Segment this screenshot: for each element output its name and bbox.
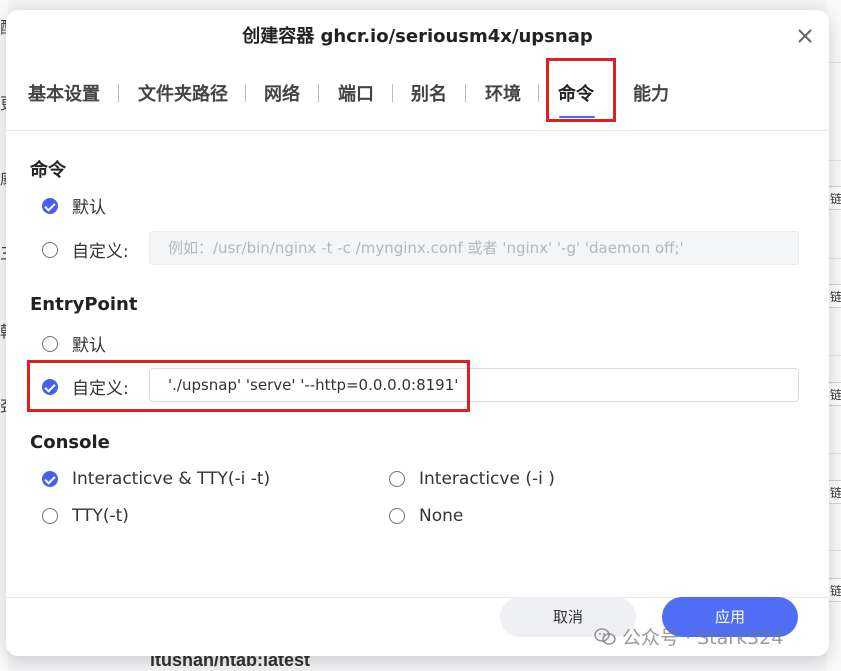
console-it-radio[interactable] xyxy=(42,471,58,487)
tab-port[interactable]: 端口 xyxy=(338,80,374,106)
background-right-strip xyxy=(827,0,841,671)
console-option-i[interactable]: Interacticve (-i ) xyxy=(389,469,555,489)
entrypoint-custom-input[interactable]: './upsnap' 'serve' '--http=0.0.0.0:8191' xyxy=(149,368,799,402)
console-t-radio[interactable] xyxy=(42,508,58,524)
create-container-dialog: 创建容器 ghcr.io/seriousm4x/upsnap 基本设置 文件夹路… xyxy=(6,10,829,656)
background-link-button[interactable]: 链接 xyxy=(827,284,841,308)
tab-bar: 基本设置 文件夹路径 网络 端口 别名 环境 命令 能力 xyxy=(6,70,829,131)
entrypoint-default-option[interactable]: 默认 xyxy=(42,331,106,356)
background-divider xyxy=(827,453,841,454)
entrypoint-custom-radio[interactable] xyxy=(42,378,58,395)
command-default-label: 默认 xyxy=(72,198,106,218)
command-default-option[interactable]: 默认 xyxy=(42,193,106,218)
tab-capabilities[interactable]: 能力 xyxy=(633,80,669,106)
console-option-it[interactable]: Interacticve & TTY(-i -t) xyxy=(42,469,270,489)
tab-separator xyxy=(538,84,539,102)
background-divider xyxy=(827,550,841,551)
command-default-radio[interactable] xyxy=(42,197,58,214)
tab-command[interactable]: 命令 xyxy=(558,80,594,106)
background-divider xyxy=(827,355,841,356)
console-i-label: Interacticve (-i ) xyxy=(419,469,555,489)
console-option-t[interactable]: TTY(-t) xyxy=(42,506,129,526)
watermark: 公众号 · Stark324 xyxy=(594,623,783,650)
tab-separator xyxy=(465,84,466,102)
tab-alias[interactable]: 别名 xyxy=(411,80,447,106)
close-icon[interactable] xyxy=(795,26,815,46)
console-t-label: TTY(-t) xyxy=(72,506,129,526)
console-option-none[interactable]: None xyxy=(389,506,463,526)
tab-environment[interactable]: 环境 xyxy=(485,80,521,106)
background-link-button[interactable]: 链接 xyxy=(827,578,841,602)
background-divider xyxy=(827,62,841,63)
command-custom-input[interactable]: 例如：/usr/bin/nginx -t -c /mynginx.conf 或者… xyxy=(149,231,799,265)
entrypoint-section-title: EntryPoint xyxy=(30,294,138,315)
tab-separator xyxy=(392,84,393,102)
entrypoint-custom-option[interactable]: 自定义: xyxy=(42,374,129,399)
console-none-label: None xyxy=(419,506,464,526)
entrypoint-default-label: 默认 xyxy=(72,336,106,356)
background-link-button[interactable]: 链接 xyxy=(827,382,841,406)
console-none-radio[interactable] xyxy=(389,508,405,524)
background-link-button[interactable]: 链接 xyxy=(827,480,841,504)
background-divider xyxy=(827,258,841,259)
background-link-button[interactable]: 链接 xyxy=(827,186,841,210)
tab-folder-path[interactable]: 文件夹路径 xyxy=(138,80,228,106)
entrypoint-custom-label: 自定义: xyxy=(72,379,129,399)
console-i-radio[interactable] xyxy=(389,471,405,487)
tab-network[interactable]: 网络 xyxy=(264,80,300,106)
tab-separator xyxy=(245,84,246,102)
command-section-title: 命令 xyxy=(30,160,66,181)
tab-separator xyxy=(118,84,119,102)
entrypoint-default-radio[interactable] xyxy=(42,335,58,352)
tab-basic-settings[interactable]: 基本设置 xyxy=(28,80,100,106)
active-tab-indicator xyxy=(559,116,595,118)
console-section-title: Console xyxy=(30,432,110,453)
command-custom-option[interactable]: 自定义: xyxy=(42,237,129,262)
console-it-label: Interacticve & TTY(-i -t) xyxy=(72,469,271,489)
wechat-icon xyxy=(594,627,616,645)
tab-separator xyxy=(318,84,319,102)
background-divider xyxy=(827,160,841,161)
command-custom-label: 自定义: xyxy=(72,242,129,262)
dialog-title: 创建容器 ghcr.io/seriousm4x/upsnap xyxy=(242,26,593,47)
command-custom-radio[interactable] xyxy=(42,241,58,258)
watermark-text: 公众号 · Stark324 xyxy=(622,627,784,649)
